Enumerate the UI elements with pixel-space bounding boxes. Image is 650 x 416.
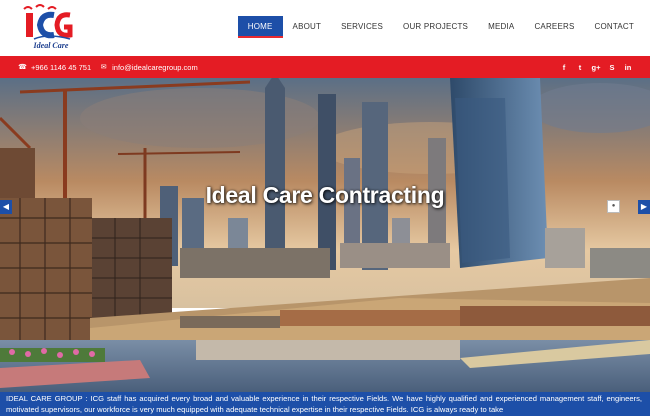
- linkedin-icon[interactable]: in: [620, 63, 636, 72]
- nav-item-home[interactable]: HOME: [237, 16, 283, 38]
- logo[interactable]: Ideal Care: [20, 3, 76, 53]
- phone-number[interactable]: +966 1146 45 751: [31, 63, 91, 72]
- hero-image: [0, 78, 650, 392]
- site-header: Ideal Care HOME ABOUT SERVICES OUR PROJE…: [0, 0, 650, 56]
- nav-item-about[interactable]: ABOUT: [283, 16, 332, 38]
- chevron-left-icon[interactable]: ◀: [0, 200, 12, 214]
- twitter-icon[interactable]: t: [572, 63, 588, 72]
- nav-item-our-projects[interactable]: OUR PROJECTS: [393, 16, 478, 38]
- nav-item-careers[interactable]: CAREERS: [524, 16, 584, 38]
- envelope-icon: ✉: [100, 64, 107, 71]
- intro-text: IDEAL CARE GROUP : ICG staff has acquire…: [0, 392, 650, 416]
- main-nav: HOME ABOUT SERVICES OUR PROJECTS MEDIA C…: [237, 16, 644, 38]
- nav-item-contact[interactable]: CONTACT: [585, 16, 644, 38]
- contact-info: ☎ +966 1146 45 751 ✉ info@idealcaregroup…: [18, 56, 198, 78]
- page: Ideal Care HOME ABOUT SERVICES OUR PROJE…: [0, 0, 650, 416]
- skype-icon[interactable]: S: [604, 63, 620, 72]
- email-link[interactable]: info@idealcaregroup.com: [112, 63, 198, 72]
- logo-text: Ideal Care: [33, 41, 69, 50]
- hero-slider: Ideal Care Contracting ◀ ● ▶: [0, 78, 650, 392]
- social-links: f t g+ S in: [556, 56, 636, 78]
- logo-mark-icon: [23, 4, 73, 40]
- slide-dot-icon[interactable]: ●: [607, 200, 620, 213]
- nav-item-media[interactable]: MEDIA: [478, 16, 524, 38]
- facebook-icon[interactable]: f: [556, 63, 572, 72]
- hero-title: Ideal Care Contracting: [205, 182, 445, 208]
- nav-item-services[interactable]: SERVICES: [331, 16, 393, 38]
- chevron-right-icon[interactable]: ▶: [638, 200, 650, 214]
- phone-icon: ☎: [18, 64, 27, 71]
- google-plus-icon[interactable]: g+: [588, 63, 604, 72]
- contact-bar: ☎ +966 1146 45 751 ✉ info@idealcaregroup…: [0, 56, 650, 78]
